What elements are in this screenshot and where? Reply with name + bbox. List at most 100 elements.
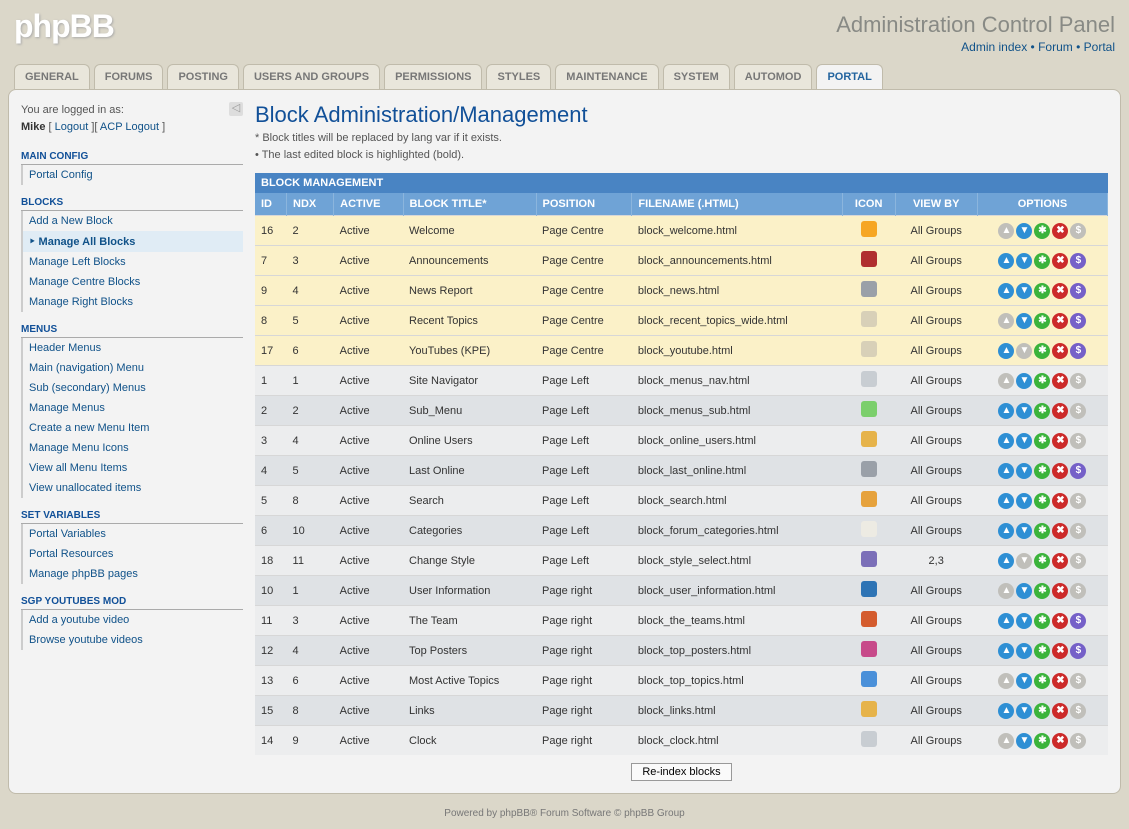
- move-down-icon[interactable]: ▼: [1016, 283, 1032, 299]
- move-up-icon[interactable]: ▲: [998, 253, 1014, 269]
- move-down-icon[interactable]: ▼: [1016, 403, 1032, 419]
- sync-icon[interactable]: $: [1070, 313, 1086, 329]
- edit-icon[interactable]: ✱: [1034, 373, 1050, 389]
- sidebar-item[interactable]: Manage All Blocks: [23, 231, 243, 252]
- edit-icon[interactable]: ✱: [1034, 223, 1050, 239]
- sync-icon[interactable]: $: [1070, 613, 1086, 629]
- move-up-icon[interactable]: ▲: [998, 403, 1014, 419]
- sidebar-item[interactable]: Manage Menus: [23, 398, 243, 418]
- edit-icon[interactable]: ✱: [1034, 673, 1050, 689]
- edit-icon[interactable]: ✱: [1034, 523, 1050, 539]
- tab-forums[interactable]: FORUMS: [94, 64, 164, 89]
- edit-icon[interactable]: ✱: [1034, 733, 1050, 749]
- edit-icon[interactable]: ✱: [1034, 493, 1050, 509]
- move-down-icon[interactable]: ▼: [1016, 313, 1032, 329]
- move-down-icon[interactable]: ▼: [1016, 433, 1032, 449]
- move-up-icon[interactable]: ▲: [998, 493, 1014, 509]
- sidebar-item[interactable]: Manage phpBB pages: [23, 564, 243, 584]
- sync-icon[interactable]: $: [1070, 343, 1086, 359]
- sidebar-item[interactable]: Manage Right Blocks: [23, 292, 243, 312]
- delete-icon[interactable]: ✖: [1052, 283, 1068, 299]
- sidebar-item[interactable]: Manage Centre Blocks: [23, 272, 243, 292]
- delete-icon[interactable]: ✖: [1052, 613, 1068, 629]
- move-up-icon[interactable]: ▲: [998, 343, 1014, 359]
- delete-icon[interactable]: ✖: [1052, 583, 1068, 599]
- move-down-icon[interactable]: ▼: [1016, 223, 1032, 239]
- move-up-icon[interactable]: ▲: [998, 463, 1014, 479]
- edit-icon[interactable]: ✱: [1034, 433, 1050, 449]
- move-down-icon[interactable]: ▼: [1016, 583, 1032, 599]
- delete-icon[interactable]: ✖: [1052, 223, 1068, 239]
- move-up-icon[interactable]: ▲: [998, 523, 1014, 539]
- sidebar-item[interactable]: Portal Resources: [23, 544, 243, 564]
- move-down-icon[interactable]: ▼: [1016, 373, 1032, 389]
- sidebar-item[interactable]: Main (navigation) Menu: [23, 358, 243, 378]
- delete-icon[interactable]: ✖: [1052, 733, 1068, 749]
- move-down-icon[interactable]: ▼: [1016, 703, 1032, 719]
- sidebar-item[interactable]: Portal Config: [23, 165, 243, 185]
- acp-logout-link[interactable]: ACP Logout: [100, 121, 159, 133]
- edit-icon[interactable]: ✱: [1034, 253, 1050, 269]
- sidebar-item[interactable]: Create a new Menu Item: [23, 418, 243, 438]
- header-link[interactable]: Forum: [1038, 40, 1073, 54]
- move-down-icon[interactable]: ▼: [1016, 463, 1032, 479]
- edit-icon[interactable]: ✱: [1034, 643, 1050, 659]
- sidebar-item[interactable]: Portal Variables: [23, 524, 243, 544]
- delete-icon[interactable]: ✖: [1052, 523, 1068, 539]
- sidebar-item[interactable]: Manage Menu Icons: [23, 438, 243, 458]
- sidebar-item[interactable]: Add a New Block: [23, 211, 243, 231]
- sidebar-item[interactable]: Browse youtube videos: [23, 630, 243, 650]
- tab-general[interactable]: GENERAL: [14, 64, 90, 89]
- delete-icon[interactable]: ✖: [1052, 403, 1068, 419]
- edit-icon[interactable]: ✱: [1034, 553, 1050, 569]
- sidebar-item[interactable]: View unallocated items: [23, 478, 243, 498]
- edit-icon[interactable]: ✱: [1034, 703, 1050, 719]
- move-down-icon[interactable]: ▼: [1016, 643, 1032, 659]
- edit-icon[interactable]: ✱: [1034, 283, 1050, 299]
- move-up-icon[interactable]: ▲: [998, 643, 1014, 659]
- sidebar-item[interactable]: View all Menu Items: [23, 458, 243, 478]
- tab-system[interactable]: SYSTEM: [663, 64, 730, 89]
- tab-posting[interactable]: POSTING: [167, 64, 239, 89]
- move-up-icon[interactable]: ▲: [998, 553, 1014, 569]
- edit-icon[interactable]: ✱: [1034, 613, 1050, 629]
- sidebar-item[interactable]: Header Menus: [23, 338, 243, 358]
- header-link[interactable]: Portal: [1084, 40, 1115, 54]
- move-up-icon[interactable]: ▲: [998, 283, 1014, 299]
- move-up-icon[interactable]: ▲: [998, 703, 1014, 719]
- sync-icon[interactable]: $: [1070, 283, 1086, 299]
- tab-automod[interactable]: AUTOMOD: [734, 64, 813, 89]
- delete-icon[interactable]: ✖: [1052, 373, 1068, 389]
- header-link[interactable]: Admin index: [961, 40, 1027, 54]
- edit-icon[interactable]: ✱: [1034, 343, 1050, 359]
- sidebar-item[interactable]: Manage Left Blocks: [23, 252, 243, 272]
- delete-icon[interactable]: ✖: [1052, 673, 1068, 689]
- delete-icon[interactable]: ✖: [1052, 253, 1068, 269]
- edit-icon[interactable]: ✱: [1034, 583, 1050, 599]
- sidebar-item[interactable]: Sub (secondary) Menus: [23, 378, 243, 398]
- tab-permissions[interactable]: PERMISSIONS: [384, 64, 482, 89]
- delete-icon[interactable]: ✖: [1052, 553, 1068, 569]
- delete-icon[interactable]: ✖: [1052, 433, 1068, 449]
- move-up-icon[interactable]: ▲: [998, 613, 1014, 629]
- move-down-icon[interactable]: ▼: [1016, 253, 1032, 269]
- delete-icon[interactable]: ✖: [1052, 343, 1068, 359]
- move-down-icon[interactable]: ▼: [1016, 733, 1032, 749]
- edit-icon[interactable]: ✱: [1034, 463, 1050, 479]
- delete-icon[interactable]: ✖: [1052, 643, 1068, 659]
- delete-icon[interactable]: ✖: [1052, 703, 1068, 719]
- tab-portal[interactable]: PORTAL: [816, 64, 882, 89]
- delete-icon[interactable]: ✖: [1052, 493, 1068, 509]
- sync-icon[interactable]: $: [1070, 643, 1086, 659]
- sync-icon[interactable]: $: [1070, 253, 1086, 269]
- move-down-icon[interactable]: ▼: [1016, 523, 1032, 539]
- edit-icon[interactable]: ✱: [1034, 313, 1050, 329]
- tab-users and groups[interactable]: USERS AND GROUPS: [243, 64, 380, 89]
- sidebar-item[interactable]: Add a youtube video: [23, 610, 243, 630]
- move-down-icon[interactable]: ▼: [1016, 493, 1032, 509]
- delete-icon[interactable]: ✖: [1052, 313, 1068, 329]
- delete-icon[interactable]: ✖: [1052, 463, 1068, 479]
- move-down-icon[interactable]: ▼: [1016, 613, 1032, 629]
- sync-icon[interactable]: $: [1070, 463, 1086, 479]
- tab-styles[interactable]: STYLES: [486, 64, 551, 89]
